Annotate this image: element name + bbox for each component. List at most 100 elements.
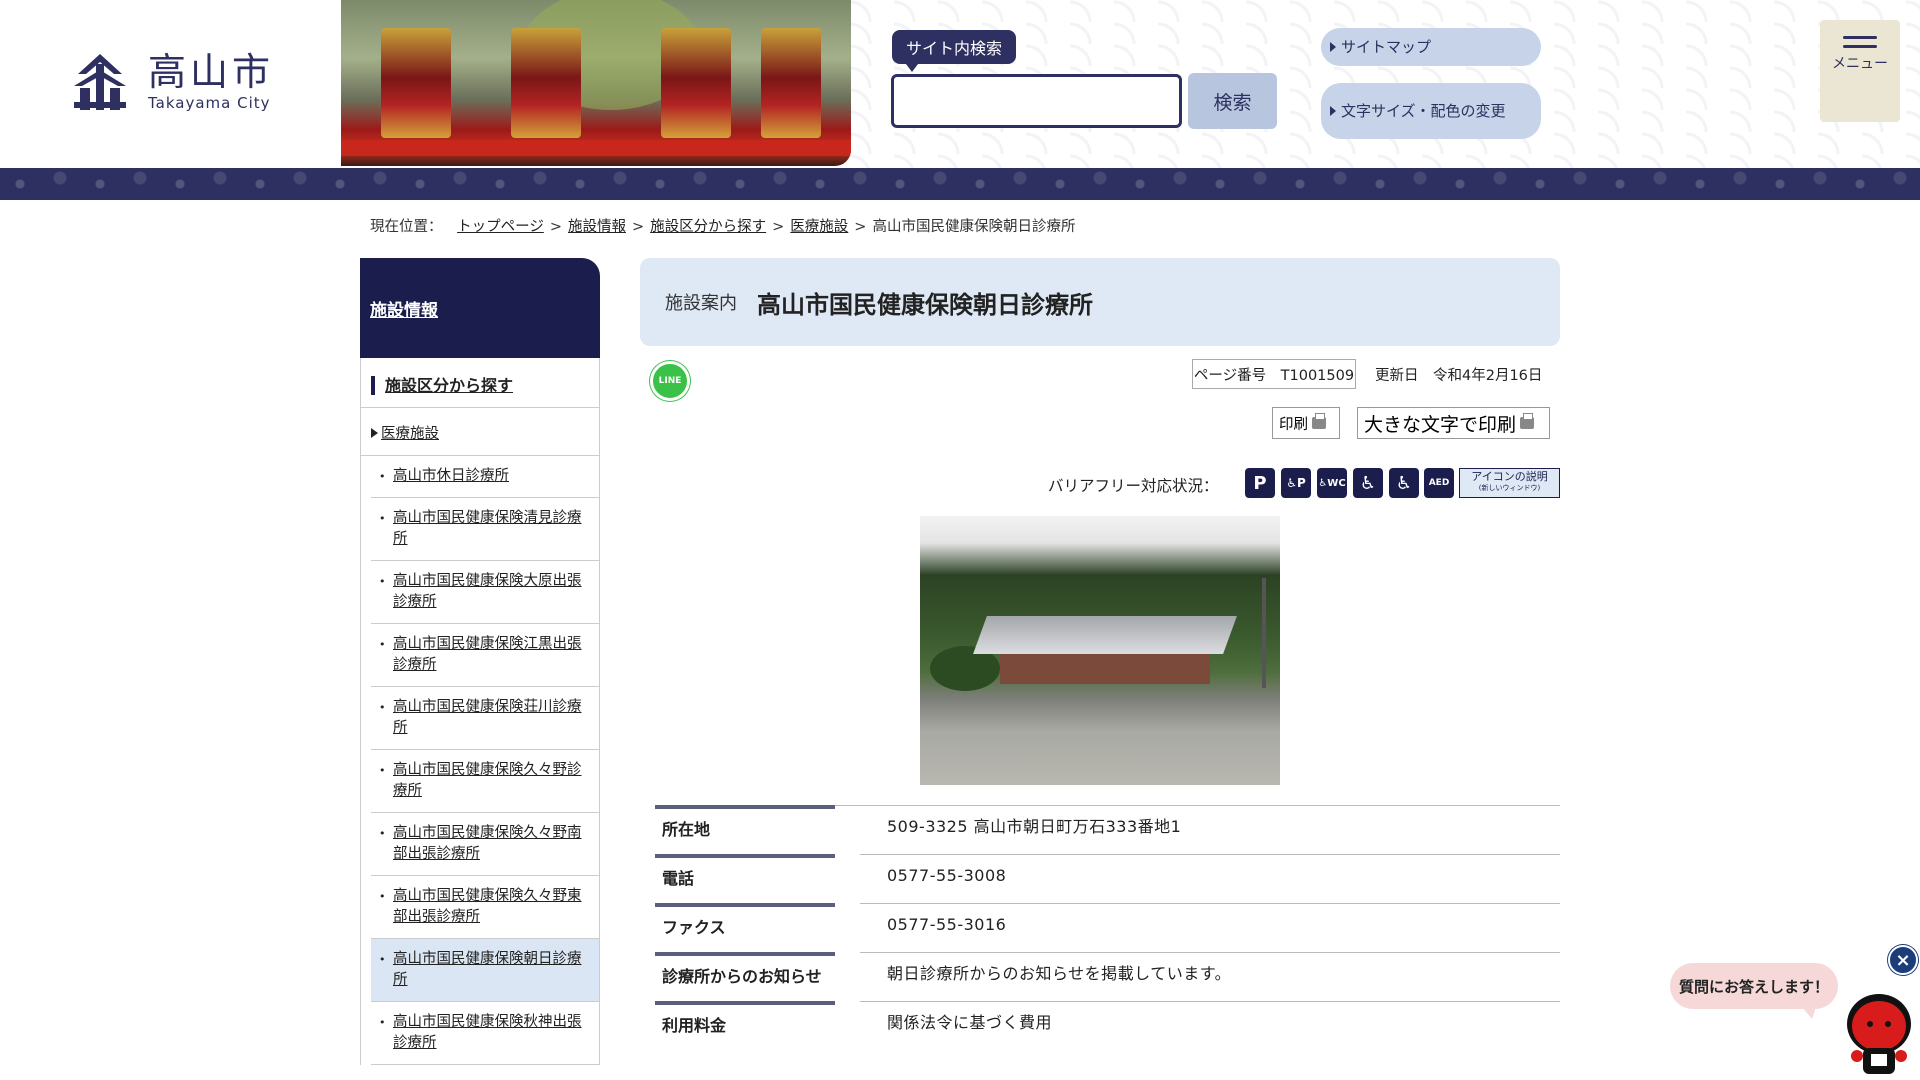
photo-wall xyxy=(1000,654,1210,684)
breadcrumb: 現在位置： トップページ > 施設情報 > 施設区分から探す > 医療施設 > 高山市国民健康保… xyxy=(370,219,1076,235)
sidebar-item-label: 高山市休日診療所 xyxy=(393,468,509,484)
facility-info-table: 所在地 509-3325 高山市朝日町万石333番地1 電話 0577-55-3… xyxy=(655,805,1560,1050)
info-label: 診療所からのお知らせ xyxy=(655,952,835,1001)
facility-photo xyxy=(920,516,1280,785)
info-label: 利用料金 xyxy=(655,1001,835,1050)
hero-image xyxy=(341,0,851,166)
sidebar-item[interactable]: 高山市国民健康保険久々野南部出張診療所 xyxy=(371,813,599,876)
printer-icon xyxy=(1520,413,1535,429)
icon-explanation-sub: (新しいウィンドウ) xyxy=(1478,484,1541,492)
info-value: 朝日診療所からのお知らせを掲載しています。 xyxy=(860,952,1560,1001)
sidebar-heading[interactable]: 施設情報 xyxy=(360,258,600,358)
info-value: 関係法令に基づく費用 xyxy=(860,1001,1560,1050)
table-row: 電話 0577-55-3008 xyxy=(655,854,1560,903)
aed-icon: AED xyxy=(1424,468,1454,498)
table-row: ファクス 0577-55-3016 xyxy=(655,903,1560,952)
sidebar-item[interactable]: 高山市休日診療所 xyxy=(371,456,599,498)
search-input[interactable] xyxy=(891,74,1182,128)
icon-explanation-label: アイコンの説明 xyxy=(1471,470,1548,483)
search-button[interactable]: 検索 xyxy=(1188,73,1277,129)
hero-float xyxy=(761,28,821,138)
sidebar-item[interactable]: 高山市国民健康保険清見診療所 xyxy=(371,498,599,561)
breadcrumb-link-medical[interactable]: 医療施設 xyxy=(790,219,848,235)
sidebar-item[interactable]: 高山市国民健康保険江黒出張診療所 xyxy=(371,624,599,687)
chatbot-bubble[interactable]: 質問にお答えします！ xyxy=(1670,963,1838,1019)
logo-english: Takayama City xyxy=(148,94,271,112)
printer-icon xyxy=(1312,413,1326,429)
icon-explanation-link[interactable]: アイコンの説明 (新しいウィンドウ) xyxy=(1459,468,1560,498)
sidebar-category[interactable]: 施設区分から探す xyxy=(361,358,599,408)
site-logo[interactable]: 高山市 Takayama City xyxy=(70,52,274,112)
sidebar-item[interactable]: 高山市国民健康保険大原出張診療所 xyxy=(371,561,599,624)
info-value: 0577-55-3016 xyxy=(860,903,1560,952)
info-value: 509-3325 高山市朝日町万石333番地1 xyxy=(860,805,1560,854)
sidebar: 施設情報 施設区分から探す 医療施設 高山市休日診療所 高山市国民健康保険清見診… xyxy=(360,258,600,1080)
breadcrumb-prefix: 現在位置： xyxy=(370,219,443,235)
sidebar-item[interactable]: 高山市国民健康保険秋神出張診療所 xyxy=(371,1002,599,1065)
info-label: ファクス xyxy=(655,903,835,952)
table-row: 所在地 509-3325 高山市朝日町万石333番地1 xyxy=(655,805,1560,854)
hero-float xyxy=(511,28,581,138)
photo-roof xyxy=(973,616,1237,654)
parking-icon: P xyxy=(1245,468,1275,498)
info-label: 所在地 xyxy=(655,805,835,854)
sidebar-item-label: 高山市国民健康保険久々野東部出張診療所 xyxy=(393,888,582,925)
sidebar-item-active[interactable]: 高山市国民健康保険朝日診療所 xyxy=(371,939,599,1002)
chatbot-mascot-icon[interactable] xyxy=(1843,990,1915,1080)
sidebar-item-label: 高山市国民健康保険江黒出張診療所 xyxy=(393,636,582,673)
photo-lamp-pole xyxy=(1262,578,1266,688)
wheelchair-icon: ♿ xyxy=(1353,468,1383,498)
sidebar-item-label: 高山市国民健康保険秋神出張診療所 xyxy=(393,1014,582,1051)
site-header: 高山市 Takayama City サイト内検索 検索 サイトマップ 文字サイズ… xyxy=(0,0,1920,200)
table-row: 診療所からのお知らせ 朝日診療所からのお知らせを掲載しています。 xyxy=(655,952,1560,1001)
sidebar-category-label: 施設区分から探す xyxy=(371,376,514,395)
header-pattern-band xyxy=(0,168,1920,200)
sidebar-item-label: 高山市国民健康保険久々野診療所 xyxy=(393,762,582,799)
page-number: ページ番号 T1001509 xyxy=(1192,359,1356,389)
menu-button[interactable]: メニュー xyxy=(1820,20,1900,122)
sidebar-subcategory-label: 医療施設 xyxy=(381,426,439,442)
hero-bridge-rail xyxy=(341,140,851,156)
city-emblem-icon xyxy=(74,54,126,110)
hero-float xyxy=(381,28,451,138)
sidebar-item[interactable]: 高山市国民健康保険久々野東部出張診療所 xyxy=(371,876,599,939)
print-button[interactable]: 印刷 xyxy=(1272,407,1340,439)
sidebar-subcategory[interactable]: 医療施設 xyxy=(361,408,599,456)
updated-date: 更新日 令和4年2月16日 xyxy=(1375,368,1543,384)
triangle-right-icon xyxy=(371,428,378,438)
logo-japanese: 高山市 xyxy=(148,50,275,94)
breadcrumb-link-top[interactable]: トップページ xyxy=(457,219,544,235)
print-large-label: 大きな文字で印刷 xyxy=(1364,413,1517,436)
hamburger-icon xyxy=(1843,36,1877,39)
sidebar-list: 施設区分から探す 医療施設 高山市休日診療所 高山市国民健康保険清見診療所 高山… xyxy=(360,358,600,1065)
table-row: 利用料金 関係法令に基づく費用 xyxy=(655,1001,1560,1050)
sitemap-link[interactable]: サイトマップ xyxy=(1321,28,1541,66)
sidebar-item[interactable]: 高山市国民健康保険荘川診療所 xyxy=(371,687,599,750)
info-value: 0577-55-3008 xyxy=(860,854,1560,903)
print-label: 印刷 xyxy=(1279,416,1308,433)
info-label: 電話 xyxy=(655,854,835,903)
sidebar-item-label: 高山市国民健康保険朝日診療所 xyxy=(393,951,582,988)
page-category: 施設案内 xyxy=(665,293,737,314)
page-title-box: 施設案内 高山市国民健康保険朝日診療所 xyxy=(640,258,1560,346)
accessible-toilet-icon: ♿WC xyxy=(1317,468,1347,498)
accessible-parking-icon: ♿P xyxy=(1281,468,1311,498)
text-size-color-link[interactable]: 文字サイズ・配色の変更 xyxy=(1321,83,1541,139)
wheelchair-rental-icon: ♿ xyxy=(1389,468,1419,498)
search-label: サイト内検索 xyxy=(892,30,1017,72)
line-share-icon[interactable]: LINE xyxy=(650,361,690,401)
print-large-button[interactable]: 大きな文字で印刷 xyxy=(1357,407,1550,439)
hamburger-icon xyxy=(1843,45,1877,48)
menu-label: メニュー xyxy=(1832,56,1888,72)
hero-float xyxy=(661,28,731,138)
sitemap-label: サイトマップ xyxy=(1341,38,1432,56)
sidebar-item[interactable]: 高山市国民健康保険久々野診療所 xyxy=(371,750,599,813)
sidebar-item-label: 高山市国民健康保険大原出張診療所 xyxy=(393,573,582,610)
page-title: 高山市国民健康保険朝日診療所 xyxy=(757,290,1093,319)
chatbot-close-icon[interactable]: × xyxy=(1888,945,1918,975)
breadcrumb-link-category[interactable]: 施設区分から探す xyxy=(650,219,766,235)
sidebar-item-label: 高山市国民健康保険荘川診療所 xyxy=(393,699,582,736)
barrier-free-label: バリアフリー対応状況： xyxy=(1048,477,1219,495)
breadcrumb-link-facility[interactable]: 施設情報 xyxy=(568,219,626,235)
sidebar-item-label: 高山市国民健康保険久々野南部出張診療所 xyxy=(393,825,582,862)
